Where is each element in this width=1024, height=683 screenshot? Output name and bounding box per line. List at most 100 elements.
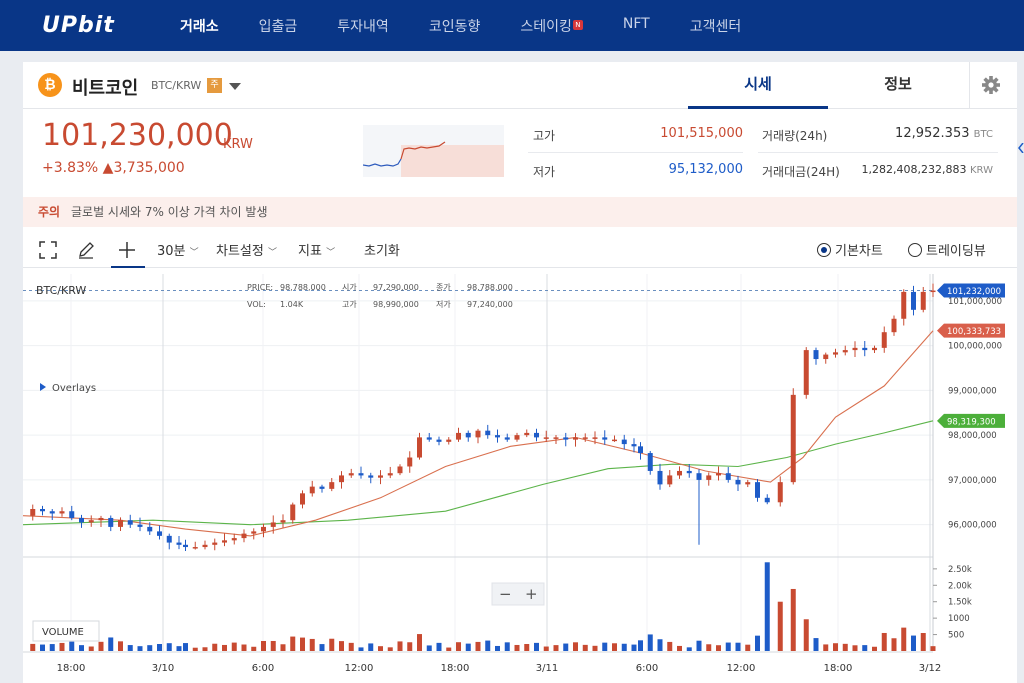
volume-bar [157, 644, 162, 651]
coin-name[interactable]: 비트코인 [72, 74, 138, 100]
candle [901, 291, 907, 319]
volume-bar [647, 634, 653, 651]
tab-info[interactable]: 정보 [828, 62, 968, 109]
crosshair-icon[interactable] [118, 241, 136, 259]
volume-bar [417, 634, 422, 651]
volume-bar [456, 642, 461, 651]
candle [524, 432, 530, 436]
volume-bar [436, 642, 442, 651]
nav-item-support[interactable]: 고객센터 [690, 16, 742, 36]
nav-item-exchange[interactable]: 거래소 [180, 16, 219, 36]
volume-bar [735, 642, 741, 651]
y-tick-label: 98,000,000 [948, 431, 997, 441]
legend-high: 98,990,000 [373, 300, 419, 309]
nav-item-deposit-withdraw[interactable]: 입출금 [259, 16, 298, 36]
volume-tick-label: 1000 [948, 614, 970, 624]
basic-chart-radio[interactable]: 기본차트 [817, 240, 883, 259]
zoom-out-button[interactable]: − [499, 585, 512, 603]
volume-bar [777, 601, 783, 651]
candle [378, 475, 383, 478]
volume-bar [137, 646, 143, 651]
zoom-in-button[interactable]: + [525, 585, 538, 603]
candle [407, 457, 413, 467]
volume-bar [901, 627, 907, 651]
pencil-icon[interactable] [77, 241, 95, 259]
chevron-left-icon[interactable] [1018, 143, 1024, 153]
candle [495, 435, 500, 438]
candle [157, 531, 162, 536]
reset-button[interactable]: 초기화 [364, 240, 400, 259]
volume-bar [79, 645, 84, 651]
chevron-down-icon[interactable] [229, 83, 241, 90]
candle [647, 453, 653, 471]
expand-triangle-icon[interactable] [40, 383, 46, 391]
notice-tag: 주의 [38, 205, 61, 219]
top-navigation: UPbit 거래소 입출금 투자내역 코인동향 스테이킹 N NFT 고객센터 [0, 0, 1024, 51]
candle [59, 511, 65, 514]
notice-text: 글로벌 시세와 7% 이상 가격 차이 발생 [71, 205, 268, 219]
volume-bar [407, 642, 413, 651]
volume-bar [475, 641, 481, 651]
tradingview-radio[interactable]: 트레이딩뷰 [908, 240, 986, 259]
new-badge: N [572, 19, 583, 30]
volume-bar [602, 642, 608, 651]
candle [40, 509, 45, 512]
chevron-down-icon: ﹀ [326, 248, 336, 258]
volume-bar [833, 643, 838, 651]
nav-item-investments[interactable]: 투자내역 [337, 16, 389, 36]
volume-bar [309, 638, 315, 651]
settings-button[interactable] [969, 62, 1017, 109]
overlays-toggle[interactable]: Overlays [52, 383, 96, 394]
chart-settings-dropdown[interactable]: 차트설정 ﹀ [216, 240, 277, 259]
price-tag: 98,319,300 [937, 413, 1005, 428]
volume-bar [49, 644, 55, 651]
nav-item-staking[interactable]: 스테이킹 N [520, 16, 583, 36]
nav-item-nft[interactable]: NFT [623, 16, 650, 36]
volume-bar [891, 638, 897, 651]
candle [147, 526, 153, 532]
candle [98, 517, 104, 521]
price-gap-notice: 주의 글로벌 시세와 7% 이상 가격 차이 발생 [23, 197, 1017, 227]
candle [573, 437, 578, 440]
fullscreen-icon[interactable] [39, 241, 57, 259]
volume-bar [563, 643, 569, 651]
candlestick-chart[interactable]: 101,000,000 100,000,000 99,000,000 98,000,0… [22, 269, 1017, 683]
volume-bar [621, 643, 627, 651]
volume-bar [881, 632, 887, 651]
volume-bar [504, 642, 510, 651]
upbit-logo[interactable]: UPbit [42, 13, 132, 38]
radio-selected-icon [817, 242, 831, 257]
volume-bar [764, 562, 770, 651]
candle [118, 520, 123, 527]
volume-tick-label: 2.00k [948, 581, 972, 591]
candle [329, 482, 335, 489]
interval-dropdown[interactable]: 30분 ﹀ [157, 240, 199, 259]
volume-bar [696, 640, 702, 651]
x-tick-label: 6:00 [636, 663, 658, 674]
volume-bar [251, 646, 257, 651]
volume-bar [803, 619, 809, 651]
volume-bar [147, 645, 153, 651]
indicators-dropdown[interactable]: 지표 ﹀ [298, 240, 335, 259]
candle [638, 446, 643, 454]
candle [280, 520, 286, 523]
volume-bar [426, 645, 432, 651]
volume-bar [657, 639, 663, 651]
candle [631, 444, 637, 447]
candle [309, 486, 315, 494]
candle [852, 347, 858, 351]
caution-badge: 주 [207, 78, 222, 93]
volume-tick-label: 2.50k [948, 565, 972, 575]
price-chart-area[interactable]: 101,000,000 100,000,000 99,000,000 98,000,0… [22, 269, 1017, 683]
candle [790, 394, 796, 483]
volume-bar [280, 644, 286, 651]
candle [911, 291, 916, 310]
volume-bar [108, 637, 114, 651]
candle [920, 291, 926, 310]
zoom-controls: − + [491, 582, 545, 606]
candle [475, 430, 481, 438]
tab-price[interactable]: 시세 [688, 62, 828, 109]
candle [842, 350, 848, 353]
legend-close: 98,788,000 [467, 283, 513, 292]
nav-item-coin-trends[interactable]: 코인동향 [429, 16, 481, 36]
